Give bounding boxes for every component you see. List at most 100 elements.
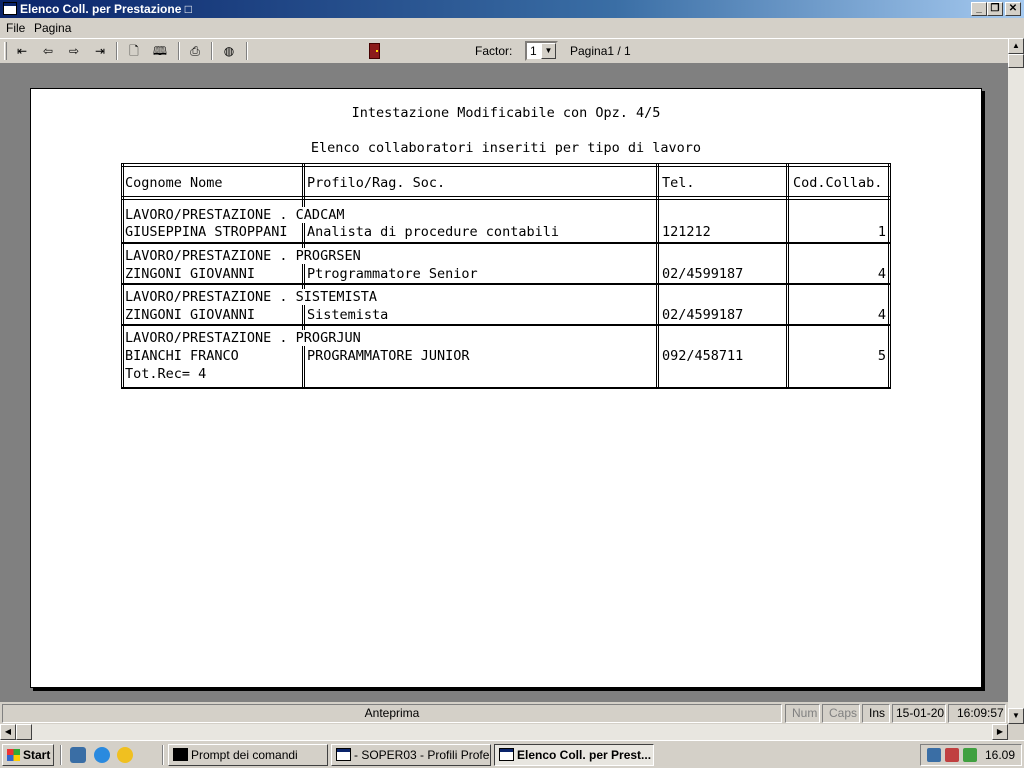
task-command-prompt[interactable]: Prompt dei comandi bbox=[168, 744, 328, 766]
row-profile: Ptrogrammatore Senior bbox=[307, 266, 478, 282]
toolbar-grip[interactable] bbox=[4, 42, 7, 60]
update-icon[interactable] bbox=[963, 748, 977, 762]
chevron-down-icon[interactable]: ▼ bbox=[541, 43, 556, 59]
toolbar: ⇤ ⇦ ⇨ ⇥ 🗋 🕮 ⎙ ◍ Factor: 1 ▼ Pagina1 / 1 bbox=[0, 38, 1008, 64]
toolbar-separator bbox=[211, 42, 213, 60]
status-date: 15-01-2016 bbox=[892, 704, 946, 723]
print-button[interactable]: ⎙ bbox=[185, 42, 205, 60]
media-player-icon[interactable] bbox=[117, 747, 133, 763]
last-page-button[interactable]: ⇥ bbox=[90, 42, 110, 60]
arrow-left-icon: ⇦ bbox=[42, 44, 54, 58]
menu-bar: File Pagina bbox=[0, 18, 1024, 38]
status-mode: Anteprima bbox=[2, 704, 782, 723]
row-tel: 092/458711 bbox=[662, 348, 744, 364]
scroll-thumb[interactable] bbox=[1008, 54, 1024, 68]
row-cod: 4 bbox=[877, 307, 886, 323]
status-caps: Caps bbox=[822, 704, 860, 723]
vertical-scrollbar[interactable]: ▲ ▼ bbox=[1008, 38, 1024, 724]
browser-icon[interactable] bbox=[94, 747, 110, 763]
scroll-down-button[interactable]: ▼ bbox=[1008, 708, 1024, 724]
page-icon: 🗋 bbox=[129, 44, 139, 58]
scroll-left-button[interactable]: ◀ bbox=[0, 724, 16, 740]
app-icon[interactable] bbox=[3, 2, 17, 15]
group-separator bbox=[121, 283, 891, 285]
clock[interactable]: 16.09 bbox=[985, 748, 1015, 762]
first-page-button[interactable]: ⇤ bbox=[12, 42, 32, 60]
col-header-cod: Cod.Collab. bbox=[793, 175, 883, 191]
restore-icon: ❐ bbox=[990, 3, 1000, 14]
group-prestazione: LAVORO/PRESTAZIONE . PROGRJUN bbox=[125, 330, 367, 346]
row-name: ZINGONI GIOVANNI bbox=[125, 307, 256, 323]
last-page-icon: ⇥ bbox=[94, 44, 106, 58]
two-pages-icon: 🕮 bbox=[152, 44, 168, 58]
export-button[interactable]: ◍ bbox=[219, 42, 239, 60]
arrow-up-icon: ▲ bbox=[1012, 41, 1020, 50]
task-elenco-coll[interactable]: Elenco Coll. per Prest... bbox=[494, 744, 654, 766]
page-indicator: Pagina1 / 1 bbox=[570, 44, 631, 58]
horizontal-scrollbar[interactable]: ◀ ▶ bbox=[0, 724, 1008, 740]
report-page: Intestazione Modificabile con Opz. 4/5 E… bbox=[30, 88, 982, 688]
total-records: Tot.Rec= 4 bbox=[125, 366, 207, 382]
row-cod: 5 bbox=[877, 348, 886, 364]
menu-pagina[interactable]: Pagina bbox=[34, 21, 71, 35]
toolbar-separator bbox=[178, 42, 180, 60]
table-rule bbox=[121, 196, 891, 200]
two-pages-button[interactable]: 🕮 bbox=[150, 42, 170, 60]
minimize-button[interactable]: _ bbox=[971, 2, 987, 16]
system-tray: 16.09 bbox=[920, 744, 1022, 766]
scrollbar-corner bbox=[1008, 724, 1024, 740]
window-title-text: Elenco Coll. per Prestazione bbox=[20, 2, 182, 16]
globe-icon: ◍ bbox=[223, 44, 235, 58]
task-label: Elenco Coll. per Prest... bbox=[517, 748, 652, 762]
window-title: Elenco Coll. per Prestazione □ bbox=[20, 2, 192, 16]
close-icon: ✕ bbox=[1008, 3, 1018, 14]
scroll-right-button[interactable]: ▶ bbox=[992, 724, 1008, 740]
row-cod: 1 bbox=[877, 224, 886, 240]
start-button[interactable]: Start bbox=[2, 744, 54, 766]
arrow-right-icon: ⇨ bbox=[68, 44, 80, 58]
network-icon[interactable] bbox=[927, 748, 941, 762]
row-name: GIUSEPPINA STROPPANI bbox=[125, 224, 288, 240]
single-page-button[interactable]: 🗋 bbox=[124, 42, 144, 60]
hscroll-thumb[interactable] bbox=[16, 724, 32, 740]
table-rule bbox=[121, 163, 891, 167]
title-bar: Elenco Coll. per Prestazione □ _ ❐ ✕ bbox=[0, 0, 1024, 18]
restore-button[interactable]: ❐ bbox=[987, 2, 1003, 16]
group-prestazione: LAVORO/PRESTAZIONE . SISTEMISTA bbox=[125, 289, 383, 305]
minimize-icon: _ bbox=[976, 3, 982, 14]
window-icon bbox=[336, 748, 351, 761]
row-tel: 02/4599187 bbox=[662, 266, 744, 282]
previous-page-button[interactable]: ⇦ bbox=[38, 42, 58, 60]
row-tel: 02/4599187 bbox=[662, 307, 744, 323]
next-page-button[interactable]: ⇨ bbox=[64, 42, 84, 60]
status-bar: Anteprima Num Caps Ins 15-01-2016 16:09:… bbox=[0, 702, 1008, 724]
row-profile: Sistemista bbox=[307, 307, 389, 323]
task-soper03[interactable]: - SOPER03 - Profili Profe... bbox=[331, 744, 491, 766]
scroll-up-button[interactable]: ▲ bbox=[1008, 38, 1024, 54]
status-time: 16:09:57 bbox=[948, 704, 1006, 723]
arrow-right-icon: ▶ bbox=[996, 727, 1004, 736]
factor-value: 1 bbox=[530, 44, 537, 58]
row-name: BIANCHI FRANCO bbox=[125, 348, 239, 364]
row-cod: 4 bbox=[877, 266, 886, 282]
arrow-left-icon: ◀ bbox=[4, 727, 12, 736]
menu-file[interactable]: File bbox=[6, 21, 25, 35]
security-icon[interactable] bbox=[945, 748, 959, 762]
close-button[interactable]: ✕ bbox=[1005, 2, 1021, 16]
report-header: Intestazione Modificabile con Opz. 4/5 bbox=[351, 105, 661, 121]
taskbar-separator bbox=[60, 745, 62, 765]
factor-label: Factor: bbox=[475, 44, 513, 58]
printer-icon: ⎙ bbox=[190, 44, 200, 58]
status-num: Num bbox=[785, 704, 820, 723]
exit-door-icon[interactable] bbox=[369, 43, 380, 59]
desktop-icon[interactable] bbox=[70, 747, 86, 763]
group-separator bbox=[121, 242, 891, 244]
first-page-icon: ⇤ bbox=[16, 44, 28, 58]
col-header-tel: Tel. bbox=[662, 175, 695, 191]
group-prestazione: LAVORO/PRESTAZIONE . PROGRSEN bbox=[125, 248, 367, 264]
report-table: Cognome Nome Profilo/Rag. Soc. Tel. Cod.… bbox=[121, 163, 891, 393]
factor-select[interactable]: 1 ▼ bbox=[525, 41, 558, 61]
report-subtitle: Elenco collaboratori inseriti per tipo d… bbox=[310, 140, 702, 156]
group-separator bbox=[121, 324, 891, 326]
window-icon bbox=[499, 748, 514, 761]
